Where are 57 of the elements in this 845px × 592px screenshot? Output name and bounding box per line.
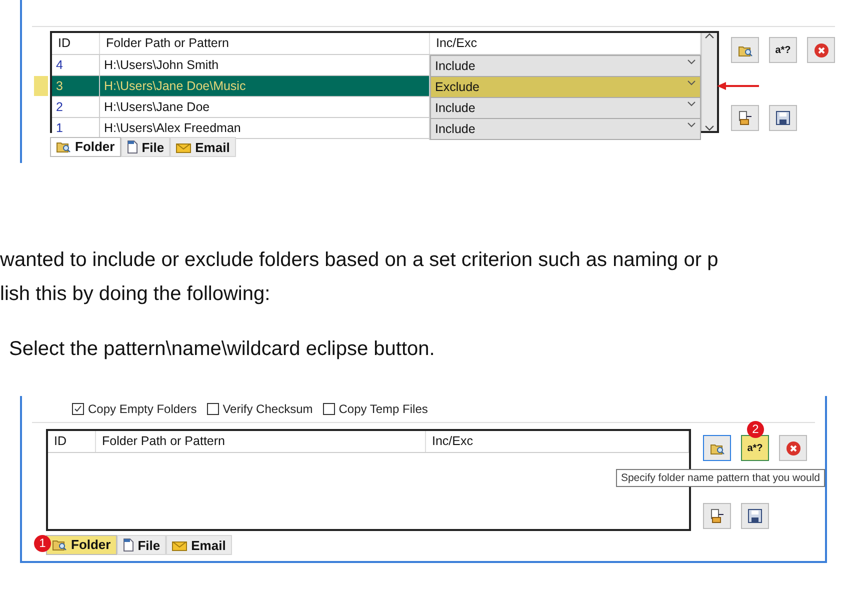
- tab[interactable]: Folder: [46, 535, 117, 555]
- column-header[interactable]: Folder Path or Pattern: [96, 431, 426, 452]
- tab[interactable]: File: [116, 535, 166, 555]
- floppy-icon: [776, 111, 790, 125]
- mode-dropdown[interactable]: Include: [430, 55, 701, 77]
- scroll-down-icon[interactable]: [705, 125, 714, 131]
- checkbox-label: Verify Checksum: [222, 402, 313, 416]
- checkbox-label: Copy Temp Files: [338, 402, 428, 416]
- pattern-button[interactable]: a*?: [769, 37, 797, 63]
- import-icon: [738, 111, 752, 125]
- step-text: Select the pattern\name\wildcard eclipse button.: [8, 338, 436, 361]
- checkbox[interactable]: [322, 403, 335, 415]
- import-button[interactable]: [703, 503, 731, 529]
- column-header[interactable]: Folder Path or Pattern: [100, 33, 430, 54]
- body-text: lish this by doing the following:: [0, 282, 272, 307]
- delete-button[interactable]: [807, 37, 835, 63]
- mode-dropdown[interactable]: Include: [430, 97, 701, 119]
- scrollbar[interactable]: [701, 33, 717, 131]
- step-badge: 2: [747, 421, 764, 438]
- tooltip: Specify folder name pattern that you would: [616, 469, 825, 487]
- envelope-icon: [176, 142, 192, 152]
- grid-row[interactable]: 4 H:\Users\John Smith Include: [52, 55, 701, 76]
- delete-button[interactable]: [779, 435, 807, 461]
- folder-search-icon: [710, 442, 724, 454]
- grid-row[interactable]: 2 H:\Users\Jane Doe Include: [52, 97, 701, 118]
- envelope-icon: [172, 540, 188, 550]
- folder-search-icon: [52, 538, 67, 551]
- import-icon: [710, 509, 724, 523]
- checkbox[interactable]: [72, 403, 84, 415]
- checkbox[interactable]: [206, 403, 219, 415]
- close-icon: [814, 42, 828, 58]
- save-button[interactable]: [769, 105, 797, 131]
- scroll-up-icon[interactable]: [705, 33, 714, 39]
- folder-search-icon: [738, 44, 752, 56]
- mode-dropdown[interactable]: Exclude: [430, 76, 701, 98]
- tab[interactable]: Email: [166, 535, 232, 555]
- save-button[interactable]: [741, 503, 769, 529]
- mode-dropdown[interactable]: Include: [430, 118, 701, 140]
- floppy-icon: [748, 509, 762, 523]
- folder-search-icon: [56, 140, 71, 153]
- folder-search-button[interactable]: [731, 37, 759, 63]
- tab[interactable]: Folder: [50, 137, 121, 157]
- body-text: wanted to include or exclude folders based on a set criterion such as naming or p: [0, 248, 720, 273]
- step-badge: 1: [34, 535, 51, 552]
- checkbox-label: Copy Empty Folders: [88, 402, 197, 416]
- folder-search-button[interactable]: [703, 435, 731, 461]
- pattern-button[interactable]: a*?: [741, 435, 769, 461]
- tab[interactable]: Email: [170, 137, 236, 157]
- grid-row[interactable]: 3 H:\Users\Jane Doe\Music Exclude: [52, 76, 701, 97]
- import-button[interactable]: [731, 105, 759, 131]
- document-icon: [126, 140, 138, 154]
- column-header[interactable]: ID: [48, 431, 96, 452]
- column-header[interactable]: ID: [52, 33, 100, 54]
- close-icon: [786, 440, 800, 456]
- document-icon: [122, 538, 134, 552]
- column-header[interactable]: Inc/Exc: [426, 431, 689, 452]
- tab[interactable]: File: [120, 137, 170, 157]
